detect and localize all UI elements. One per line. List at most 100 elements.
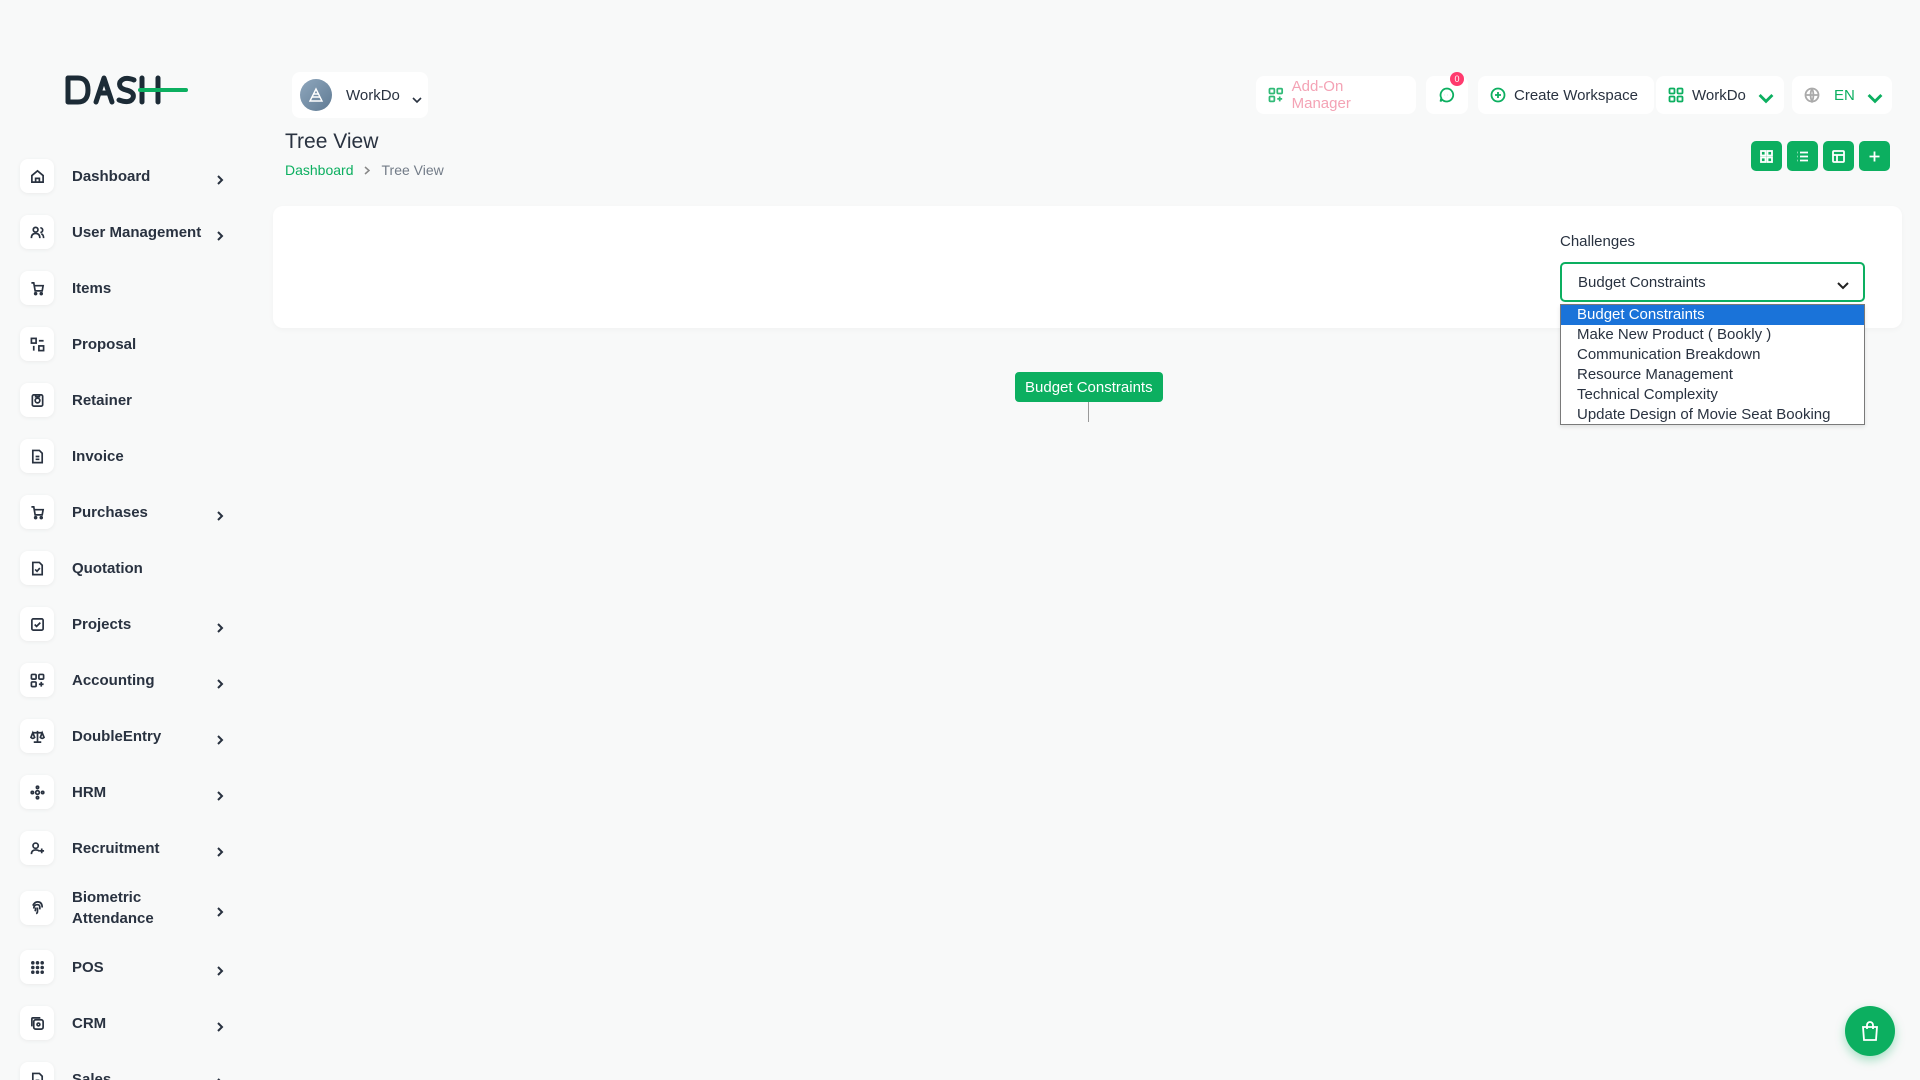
create-workspace-button[interactable]: Create Workspace (1478, 76, 1654, 114)
challenges-selected-value: Budget Constraints (1578, 273, 1706, 291)
language-label: EN (1834, 86, 1855, 104)
sidebar-nav: Dashboard User Management Items Proposal Ret… (20, 148, 240, 1080)
sidebar-item-crm[interactable]: CRM (20, 995, 240, 1051)
page-title: Tree View (285, 130, 379, 153)
grid-icon (1760, 149, 1773, 163)
sidebar-item-accounting[interactable]: Accounting (20, 652, 240, 708)
create-workspace-label: Create Workspace (1514, 86, 1638, 104)
sidebar-item-label: User Management (72, 223, 202, 241)
sidebar-item-hrm[interactable]: HRM (20, 764, 240, 820)
chevron-right-icon (216, 1075, 224, 1080)
apps-icon (1668, 87, 1684, 103)
chevron-right-icon (216, 1019, 224, 1032)
cart-icon (20, 495, 54, 529)
workspace-name: WorkDo (346, 86, 400, 104)
challenge-option[interactable]: Technical Complexity (1561, 385, 1864, 405)
language-selector[interactable]: EN (1792, 76, 1892, 114)
sidebar-item-items[interactable]: Items (20, 260, 240, 316)
addon-manager-button[interactable]: Add-On Manager (1256, 76, 1416, 114)
chevron-right-icon (216, 620, 224, 633)
challenge-option[interactable]: Update Design of Movie Seat Booking (1561, 405, 1864, 425)
checkbox-icon (20, 607, 54, 641)
sidebar-item-label: Dashboard (72, 167, 151, 185)
sidebar-item-label: Invoice (72, 447, 124, 465)
sidebar: Dashboard User Management Items Proposal Ret… (0, 0, 250, 1080)
fingerprint-icon (20, 890, 54, 925)
sidebar-item-retainer[interactable]: Retainer (20, 372, 240, 428)
workspace-selector[interactable]: WorkDo (292, 72, 428, 118)
challenges-dropdown-list: Budget Constraints Make New Product ( Boo… (1560, 304, 1865, 425)
challenge-option[interactable]: Make New Product ( Bookly ) (1561, 325, 1864, 345)
challenge-option[interactable]: Budget Constraints (1561, 305, 1864, 325)
chevron-down-icon (1758, 91, 1774, 104)
sidebar-item-label: Accounting (72, 671, 155, 689)
user-plus-icon (20, 831, 54, 865)
tree-connector-line (1088, 402, 1089, 422)
plus-circle-icon (1490, 87, 1506, 103)
globe-icon (1804, 87, 1820, 103)
list-icon (1797, 151, 1808, 161)
chevron-right-icon (216, 228, 224, 241)
retainer-icon (20, 383, 54, 417)
challenge-option[interactable]: Communication Breakdown (1561, 345, 1864, 365)
sidebar-item-label: Biometric Attendance (72, 888, 154, 927)
sales-icon (20, 1062, 54, 1080)
sidebar-item-label: Proposal (72, 335, 137, 353)
sidebar-item-doubleentry[interactable]: DoubleEntry (20, 708, 240, 764)
sidebar-item-projects[interactable]: Projects (20, 596, 240, 652)
file-check-icon (20, 551, 54, 585)
view-toggle-group (1751, 141, 1890, 171)
scale-icon (20, 719, 54, 753)
sidebar-item-label: HRM (72, 783, 107, 801)
file-icon (20, 439, 54, 473)
hrm-icon (20, 775, 54, 809)
sidebar-item-biometric-attendance[interactable]: Biometric Attendance (20, 876, 240, 939)
chevron-right-icon (216, 844, 224, 857)
sidebar-item-purchases[interactable]: Purchases (20, 484, 240, 540)
challenge-option[interactable]: Resource Management (1561, 365, 1864, 385)
apps-icon (20, 663, 54, 697)
sidebar-item-sales[interactable]: Sales (20, 1051, 240, 1080)
sidebar-item-dashboard[interactable]: Dashboard (20, 148, 240, 204)
sidebar-item-quotation[interactable]: Quotation (20, 540, 240, 596)
breadcrumb-current: Tree View (381, 162, 444, 178)
grid-dots-icon (20, 950, 54, 984)
challenges-select[interactable]: Budget Constraints (1560, 262, 1865, 302)
sidebar-item-label: DoubleEntry (72, 727, 162, 745)
add-button[interactable] (1859, 141, 1890, 171)
chevron-down-icon (1837, 277, 1849, 290)
sidebar-item-invoice[interactable]: Invoice (20, 428, 240, 484)
messages-button[interactable]: 0 (1426, 72, 1468, 114)
breadcrumb-dashboard-link[interactable]: Dashboard (285, 162, 354, 178)
workspace-avatar (300, 79, 332, 111)
chevron-right-icon (216, 676, 224, 689)
sidebar-item-proposal[interactable]: Proposal (20, 316, 240, 372)
sidebar-item-recruitment[interactable]: Recruitment (20, 820, 240, 876)
dash-logo[interactable] (64, 72, 190, 108)
tree-root-node[interactable]: Budget Constraints (1015, 372, 1163, 402)
cart-fab-button[interactable] (1845, 1006, 1895, 1056)
breadcrumb: Dashboard Tree View (285, 162, 444, 178)
chevron-right-icon (364, 162, 372, 178)
addon-manager-label: Add-On Manager (1291, 78, 1351, 112)
workspace-menu-label: WorkDo (1692, 86, 1746, 104)
message-count-badge: 0 (1450, 72, 1464, 86)
home-icon (20, 159, 54, 193)
plus-icon (1869, 151, 1880, 161)
table-view-button[interactable] (1823, 141, 1854, 171)
challenges-label: Challenges (1560, 233, 1636, 250)
grid-view-button[interactable] (1751, 141, 1782, 171)
sidebar-item-label: Retainer (72, 391, 133, 409)
chevron-right-icon (216, 508, 224, 521)
sidebar-item-user-management[interactable]: User Management (20, 204, 240, 260)
proposal-icon (20, 327, 54, 361)
chevron-right-icon (216, 904, 224, 917)
sidebar-item-label: CRM (72, 1014, 107, 1032)
list-view-button[interactable] (1787, 141, 1818, 171)
crm-icon (20, 1006, 54, 1040)
apps-add-icon (1268, 87, 1284, 103)
chevron-down-icon (412, 91, 422, 104)
chevron-down-icon (1867, 91, 1883, 104)
sidebar-item-pos[interactable]: POS (20, 939, 240, 995)
workspace-menu-button[interactable]: WorkDo (1656, 76, 1784, 114)
